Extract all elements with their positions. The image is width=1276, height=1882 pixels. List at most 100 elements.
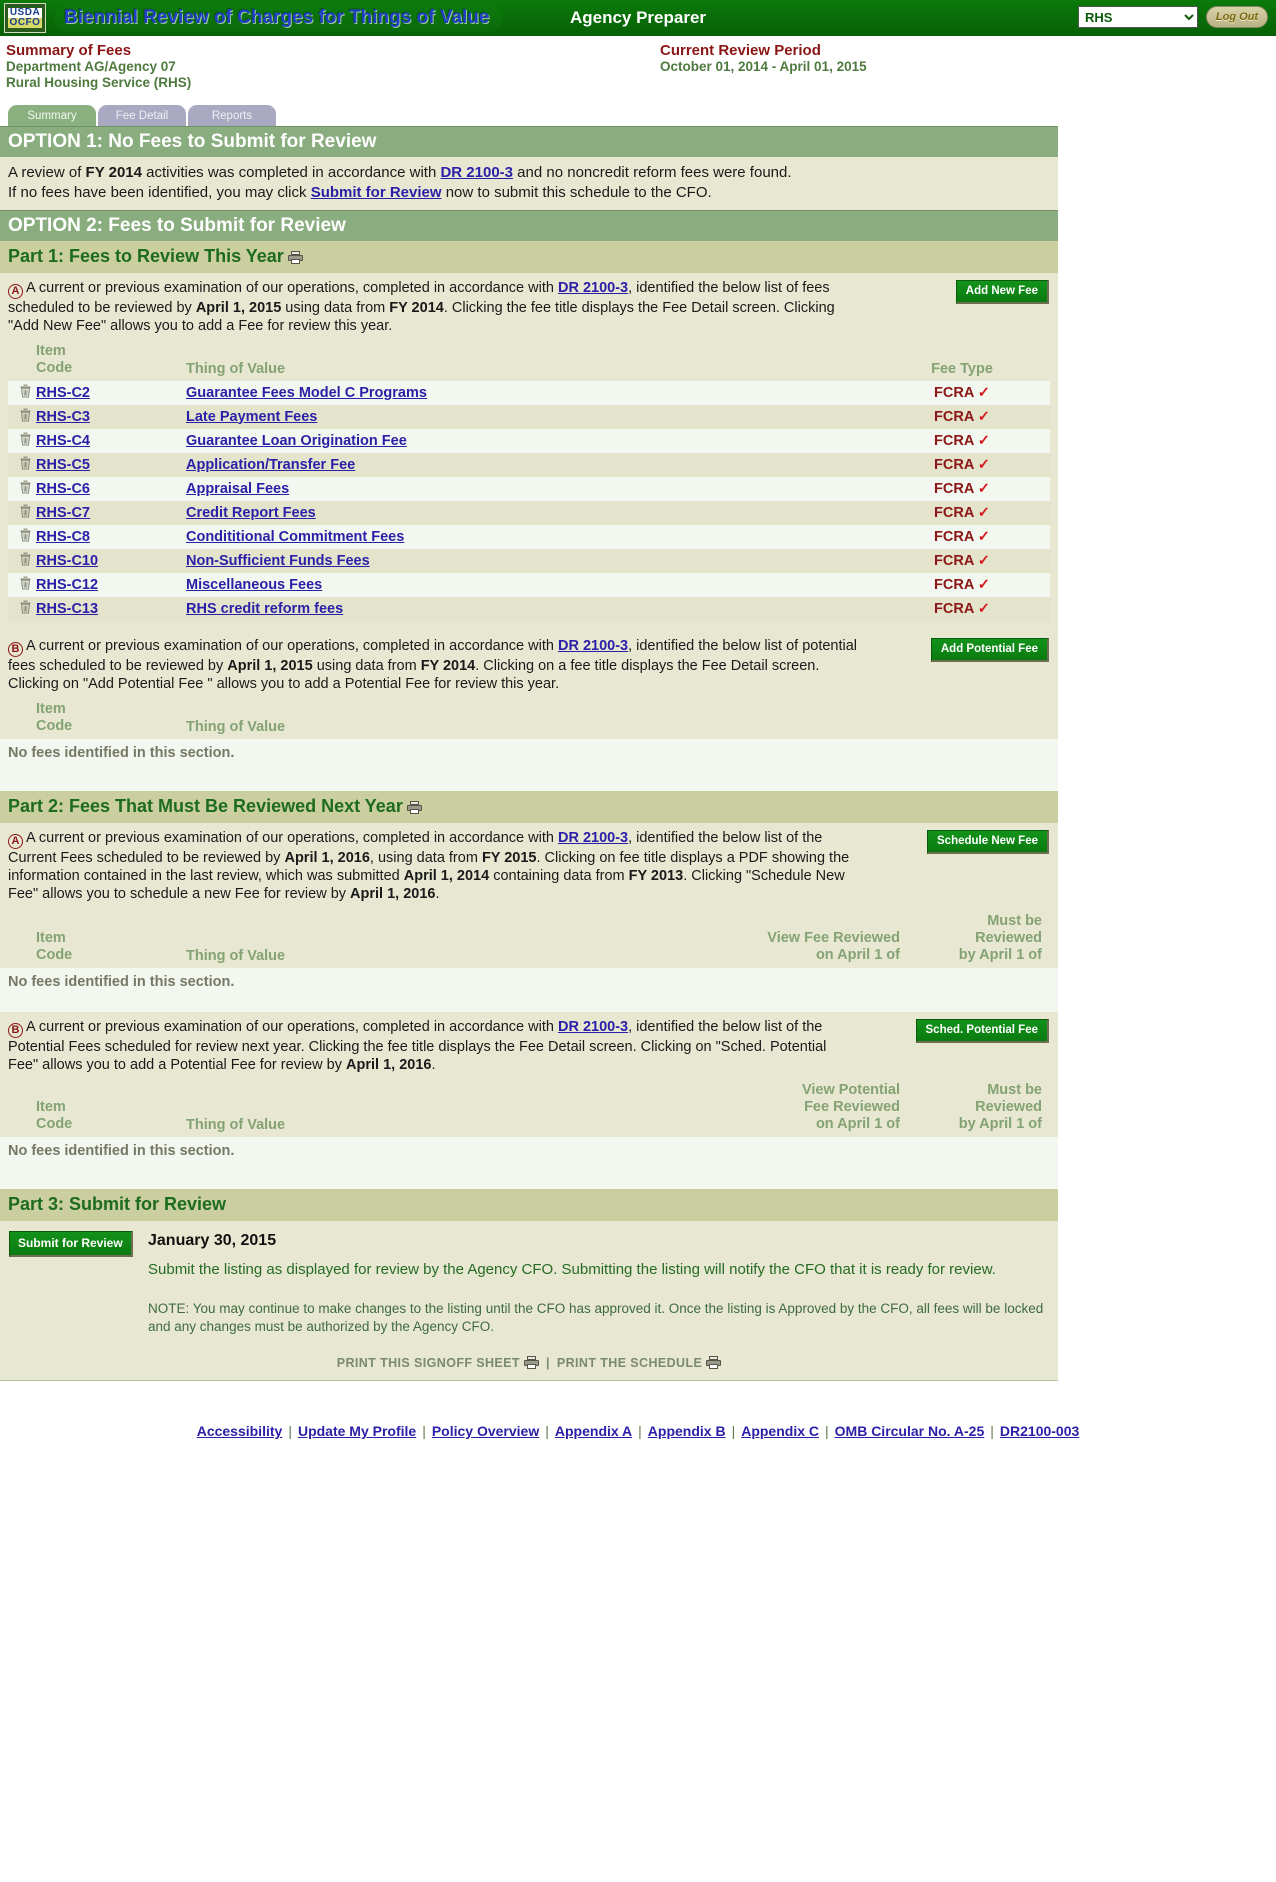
trash-icon[interactable] — [19, 455, 32, 474]
fee-title-link[interactable]: Application/Transfer Fee — [186, 457, 355, 473]
printer-icon[interactable] — [706, 1356, 722, 1369]
dr-2100-3-link[interactable]: DR 2100-3 — [558, 280, 628, 296]
footer-link[interactable]: Accessibility — [191, 1423, 289, 1439]
delete-fee-cell[interactable] — [8, 573, 36, 597]
logout-button[interactable]: Log Out — [1206, 6, 1268, 28]
tab-fee-detail[interactable]: Fee Detail — [98, 105, 186, 126]
footer-link[interactable]: Appendix C — [735, 1423, 825, 1439]
fee-code-link[interactable]: RHS-C2 — [36, 385, 90, 401]
trash-icon[interactable] — [19, 383, 32, 402]
part1-section-b-empty: No fees identified in this section. — [0, 739, 1058, 769]
dr-2100-3-link[interactable]: DR 2100-3 — [558, 638, 628, 654]
fee-type-cell: FCRA ✓ — [874, 453, 1050, 477]
o1-text-a: A review of — [8, 164, 86, 181]
submit-for-review-button[interactable]: Submit for Review — [9, 1231, 133, 1257]
option2-heading: OPTION 2: Fees to Submit for Review — [0, 210, 1058, 241]
footer-link[interactable]: Appendix B — [642, 1423, 732, 1439]
part1-section-b-text: BA current or previous examination of ou… — [8, 637, 1050, 693]
part2-potential-table: Item Code Thing of Value View Potential … — [8, 1082, 1050, 1137]
o1-fy: FY 2014 — [85, 164, 142, 181]
part3-paragraph: Submit the listing as displayed for revi… — [148, 1261, 996, 1278]
item-code-cell: RHS-C12 — [36, 573, 186, 597]
fee-code-link[interactable]: RHS-C7 — [36, 505, 90, 521]
printer-icon[interactable] — [406, 801, 422, 814]
footer-link[interactable]: Policy Overview — [426, 1423, 545, 1439]
part3-text-block: January 30, 2015 Submit the listing as d… — [148, 1231, 1050, 1336]
dr-2100-3-link[interactable]: DR 2100-3 — [558, 1019, 628, 1035]
table-row: RHS-C2 Guarantee Fees Model C Programs FCR… — [8, 381, 1050, 405]
tab-summary[interactable]: Summary — [8, 105, 96, 126]
page-title: Summary of Fees — [6, 42, 132, 59]
schedule-new-fee-button[interactable]: Schedule New Fee — [927, 830, 1049, 854]
fee-title-link[interactable]: Conditition​al Commitment Fees — [186, 529, 404, 545]
delete-fee-cell[interactable] — [8, 501, 36, 525]
print-signoff-sheet-link[interactable]: PRINT THIS SIGNOFF SHEET — [337, 1356, 539, 1370]
trash-icon[interactable] — [19, 407, 32, 426]
footer-link[interactable]: Update My Profile — [292, 1423, 422, 1439]
trash-icon[interactable] — [19, 431, 32, 450]
item-code-cell: RHS-C8 — [36, 525, 186, 549]
delete-fee-cell[interactable] — [8, 453, 36, 477]
fee-title-link[interactable]: RHS credit reform fees — [186, 601, 343, 617]
footer-link[interactable]: DR2100-003 — [994, 1423, 1085, 1439]
trash-icon[interactable] — [19, 503, 32, 522]
trash-icon[interactable] — [19, 479, 32, 498]
fee-title-link[interactable]: Appraisal Fees — [186, 481, 289, 497]
printer-icon[interactable] — [523, 1356, 539, 1369]
col-must-be-reviewed: Must be Reviewed by April 1 of — [900, 913, 1050, 968]
delete-fee-cell[interactable] — [8, 597, 36, 621]
trash-icon[interactable] — [19, 527, 32, 546]
table-row: RHS-C3 Late Payment Fees FCRA ✓ — [8, 405, 1050, 429]
fee-code-link[interactable]: RHS-C4 — [36, 433, 90, 449]
trash-icon[interactable] — [19, 551, 32, 570]
delete-fee-cell[interactable] — [8, 525, 36, 549]
fee-code-link[interactable]: RHS-C5 — [36, 457, 90, 473]
fee-code-link[interactable]: RHS-C12 — [36, 577, 98, 593]
fee-code-link[interactable]: RHS-C8 — [36, 529, 90, 545]
fee-title-link[interactable]: Miscellaneous Fees — [186, 577, 322, 593]
fee-title-link[interactable]: Late Payment Fees — [186, 409, 317, 425]
part1-section-a: Add New Fee AA current or previous exami… — [0, 273, 1058, 621]
fee-title-link[interactable]: Credit Report Fees — [186, 505, 316, 521]
o1-text-d: If no fees have been identified, you may… — [8, 184, 311, 201]
agency-select[interactable]: RHS — [1078, 6, 1198, 28]
o1-text-c: and no noncredit reform fees were found. — [513, 164, 792, 181]
fee-type-value: FCRA ✓ — [934, 528, 990, 545]
part2-current-table: Item Code Thing of Value View Fee Review… — [8, 913, 1050, 968]
add-new-fee-button[interactable]: Add New Fee — [955, 280, 1049, 304]
fee-title-link[interactable]: Guarantee Loan Origination Fee — [186, 433, 407, 449]
submit-for-review-link[interactable]: Submit for Review — [311, 184, 442, 201]
delete-fee-cell[interactable] — [8, 405, 36, 429]
dr-2100-3-link[interactable]: DR 2100-3 — [558, 830, 628, 846]
fee-code-link[interactable]: RHS-C10 — [36, 553, 98, 569]
delete-fee-cell[interactable] — [8, 549, 36, 573]
fee-code-link[interactable]: RHS-C3 — [36, 409, 90, 425]
col-thing-of-value: Thing of Value — [186, 1082, 700, 1137]
col-thing-of-value: Thing of Value — [186, 701, 1050, 739]
tab-reports[interactable]: Reports — [188, 105, 276, 126]
delete-fee-cell[interactable] — [8, 429, 36, 453]
print-schedule-link[interactable]: PRINT THE SCHEDULE — [557, 1356, 722, 1370]
footer-link[interactable]: Appendix A — [549, 1423, 638, 1439]
review-period-block: Current Review Period October 01, 2014 -… — [660, 42, 867, 75]
sched-potential-fee-button[interactable]: Sched. Potential Fee — [915, 1019, 1049, 1043]
delete-fee-cell[interactable] — [8, 381, 36, 405]
fee-title-link[interactable]: Non-Sufficient Funds Fees — [186, 553, 370, 569]
trash-icon[interactable] — [19, 599, 32, 618]
o1-text-e: now to submit this schedule to the CFO. — [441, 184, 712, 201]
dr-2100-3-link[interactable]: DR 2100-3 — [440, 164, 513, 181]
add-potential-fee-button[interactable]: Add Potential Fee — [930, 638, 1049, 662]
fee-type-cell: FCRA ✓ — [874, 525, 1050, 549]
fee-type-value: FCRA ✓ — [934, 432, 990, 449]
delete-fee-cell[interactable] — [8, 477, 36, 501]
footer-link[interactable]: OMB Circular No. A-25 — [829, 1423, 991, 1439]
col-delete — [8, 1082, 36, 1137]
fee-code-link[interactable]: RHS-C6 — [36, 481, 90, 497]
fee-title-link[interactable]: Guarantee Fees Model C Programs — [186, 385, 427, 401]
department-label: Department AG/Agency 07 — [6, 59, 176, 74]
printer-icon[interactable] — [287, 251, 303, 264]
p2a-b1: April 1, 2016 — [284, 850, 370, 866]
p1b-b1: April 1, 2015 — [227, 658, 313, 674]
trash-icon[interactable] — [19, 575, 32, 594]
fee-code-link[interactable]: RHS-C13 — [36, 601, 98, 617]
